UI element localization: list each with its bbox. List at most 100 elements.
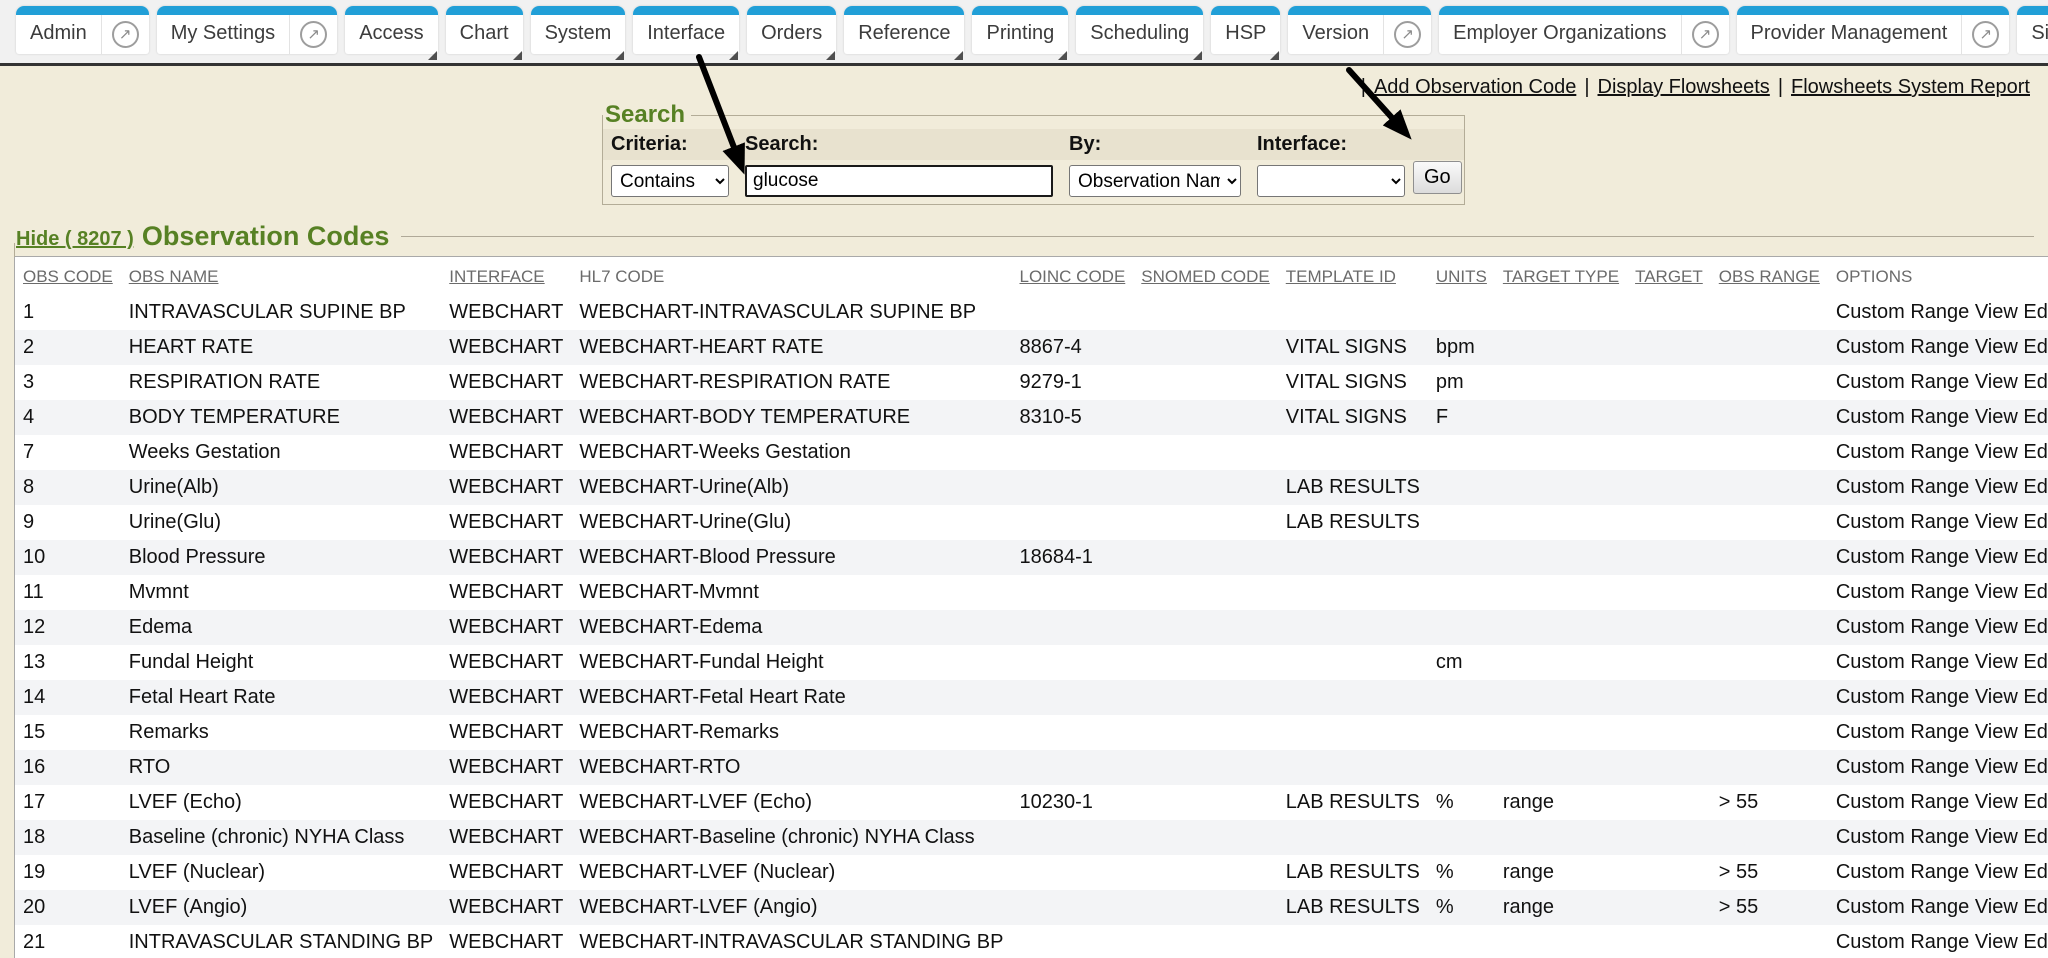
- sort-link-target_type[interactable]: TARGET TYPE: [1503, 267, 1619, 286]
- row-action-edit[interactable]: Edit: [2023, 756, 2048, 778]
- row-action-view[interactable]: View: [1975, 511, 2018, 533]
- sort-link-snomed[interactable]: SNOMED CODE: [1141, 267, 1269, 286]
- tab[interactable]: Printing: [972, 6, 1068, 54]
- row-action-custom-range[interactable]: Custom Range: [1836, 651, 1969, 673]
- tab[interactable]: HSP: [1211, 6, 1280, 54]
- header-link[interactable]: Add Observation Code: [1374, 76, 1576, 99]
- tab[interactable]: My Settings ↗: [157, 6, 337, 54]
- row-action-edit[interactable]: Edit: [2023, 826, 2048, 848]
- row-action-view[interactable]: View: [1975, 791, 2018, 813]
- tab[interactable]: Scheduling: [1076, 6, 1203, 54]
- row-action-custom-range[interactable]: Custom Range: [1836, 686, 1969, 708]
- table-row: 15RemarksWEBCHARTWEBCHART-RemarksCustom …: [15, 715, 2048, 750]
- tab[interactable]: Similar Exposure Groups (SEGs) ↗: [2017, 6, 2048, 54]
- tab[interactable]: Admin ↗: [16, 6, 149, 54]
- cell-obs_range: > 55: [1711, 785, 1828, 820]
- row-action-view[interactable]: View: [1975, 301, 2018, 323]
- row-action-custom-range[interactable]: Custom Range: [1836, 476, 1969, 498]
- sort-link-name[interactable]: OBS NAME: [129, 267, 219, 286]
- row-action-edit[interactable]: Edit: [2023, 861, 2048, 883]
- criteria-select[interactable]: Contains: [611, 165, 729, 197]
- row-action-custom-range[interactable]: Custom Range: [1836, 406, 1969, 428]
- header-link[interactable]: Display Flowsheets: [1598, 76, 1770, 99]
- row-action-edit[interactable]: Edit: [2023, 511, 2048, 533]
- row-action-custom-range[interactable]: Custom Range: [1836, 791, 1969, 813]
- tab-popout-section[interactable]: ↗: [1383, 15, 1431, 54]
- row-action-custom-range[interactable]: Custom Range: [1836, 301, 1969, 323]
- row-action-custom-range[interactable]: Custom Range: [1836, 581, 1969, 603]
- sort-link-template[interactable]: TEMPLATE ID: [1286, 267, 1396, 286]
- row-action-custom-range[interactable]: Custom Range: [1836, 861, 1969, 883]
- row-action-custom-range[interactable]: Custom Range: [1836, 546, 1969, 568]
- row-action-view[interactable]: View: [1975, 336, 2018, 358]
- tab[interactable]: Chart: [446, 6, 523, 54]
- hide-count-link[interactable]: Hide ( 8207 ): [16, 228, 134, 251]
- sort-link-target[interactable]: TARGET: [1635, 267, 1703, 286]
- interface-select[interactable]: [1257, 165, 1405, 197]
- cell-units: [1428, 750, 1495, 785]
- tab[interactable]: Version ↗: [1288, 6, 1431, 54]
- header-link[interactable]: Flowsheets System Report: [1791, 76, 2030, 99]
- tab[interactable]: Interface: [633, 6, 739, 54]
- sort-link-code[interactable]: OBS CODE: [23, 267, 113, 286]
- row-action-view[interactable]: View: [1975, 616, 2018, 638]
- row-action-edit[interactable]: Edit: [2023, 301, 2048, 323]
- row-action-edit[interactable]: Edit: [2023, 581, 2048, 603]
- cell-name: Baseline (chronic) NYHA Class: [121, 820, 442, 855]
- row-action-custom-range[interactable]: Custom Range: [1836, 931, 1969, 953]
- row-action-view[interactable]: View: [1975, 721, 2018, 743]
- tab-popout-section[interactable]: ↗: [101, 15, 149, 54]
- tab-popout-section[interactable]: ↗: [289, 15, 337, 54]
- row-action-edit[interactable]: Edit: [2023, 651, 2048, 673]
- go-button[interactable]: Go: [1413, 161, 1462, 194]
- row-action-view[interactable]: View: [1975, 651, 2018, 673]
- row-action-edit[interactable]: Edit: [2023, 931, 2048, 953]
- row-action-edit[interactable]: Edit: [2023, 406, 2048, 428]
- sort-link-loinc[interactable]: LOINC CODE: [1019, 267, 1125, 286]
- row-action-edit[interactable]: Edit: [2023, 686, 2048, 708]
- row-action-view[interactable]: View: [1975, 441, 2018, 463]
- row-action-custom-range[interactable]: Custom Range: [1836, 336, 1969, 358]
- row-action-view[interactable]: View: [1975, 546, 2018, 568]
- row-action-edit[interactable]: Edit: [2023, 546, 2048, 568]
- sort-link-obs_range[interactable]: OBS RANGE: [1719, 267, 1820, 286]
- tab-popout-section[interactable]: ↗: [1961, 15, 2009, 54]
- tab[interactable]: Employer Organizations ↗: [1439, 6, 1728, 54]
- row-action-view[interactable]: View: [1975, 931, 2018, 953]
- row-action-view[interactable]: View: [1975, 861, 2018, 883]
- row-action-view[interactable]: View: [1975, 686, 2018, 708]
- row-action-view[interactable]: View: [1975, 896, 2018, 918]
- row-action-custom-range[interactable]: Custom Range: [1836, 896, 1969, 918]
- row-action-view[interactable]: View: [1975, 371, 2018, 393]
- row-action-edit[interactable]: Edit: [2023, 616, 2048, 638]
- row-action-custom-range[interactable]: Custom Range: [1836, 616, 1969, 638]
- row-action-view[interactable]: View: [1975, 826, 2018, 848]
- row-action-edit[interactable]: Edit: [2023, 476, 2048, 498]
- row-action-view[interactable]: View: [1975, 756, 2018, 778]
- tab[interactable]: Access: [345, 6, 437, 54]
- row-action-custom-range[interactable]: Custom Range: [1836, 826, 1969, 848]
- sort-link-units[interactable]: UNITS: [1436, 267, 1487, 286]
- row-action-edit[interactable]: Edit: [2023, 441, 2048, 463]
- row-action-edit[interactable]: Edit: [2023, 371, 2048, 393]
- tab[interactable]: Orders: [747, 6, 836, 54]
- row-action-view[interactable]: View: [1975, 406, 2018, 428]
- row-action-custom-range[interactable]: Custom Range: [1836, 756, 1969, 778]
- sort-link-interface[interactable]: INTERFACE: [449, 267, 544, 286]
- tab[interactable]: Reference: [844, 6, 964, 54]
- search-input[interactable]: [745, 165, 1053, 197]
- row-action-edit[interactable]: Edit: [2023, 896, 2048, 918]
- by-select[interactable]: Observation Name: [1069, 165, 1241, 197]
- row-action-edit[interactable]: Edit: [2023, 791, 2048, 813]
- row-action-edit[interactable]: Edit: [2023, 721, 2048, 743]
- tab[interactable]: System: [531, 6, 626, 54]
- row-action-custom-range[interactable]: Custom Range: [1836, 441, 1969, 463]
- row-action-custom-range[interactable]: Custom Range: [1836, 721, 1969, 743]
- row-action-custom-range[interactable]: Custom Range: [1836, 511, 1969, 533]
- row-action-view[interactable]: View: [1975, 476, 2018, 498]
- tab[interactable]: Provider Management ↗: [1737, 6, 2010, 54]
- tab-popout-section[interactable]: ↗: [1681, 15, 1729, 54]
- row-action-view[interactable]: View: [1975, 581, 2018, 603]
- row-action-edit[interactable]: Edit: [2023, 336, 2048, 358]
- row-action-custom-range[interactable]: Custom Range: [1836, 371, 1969, 393]
